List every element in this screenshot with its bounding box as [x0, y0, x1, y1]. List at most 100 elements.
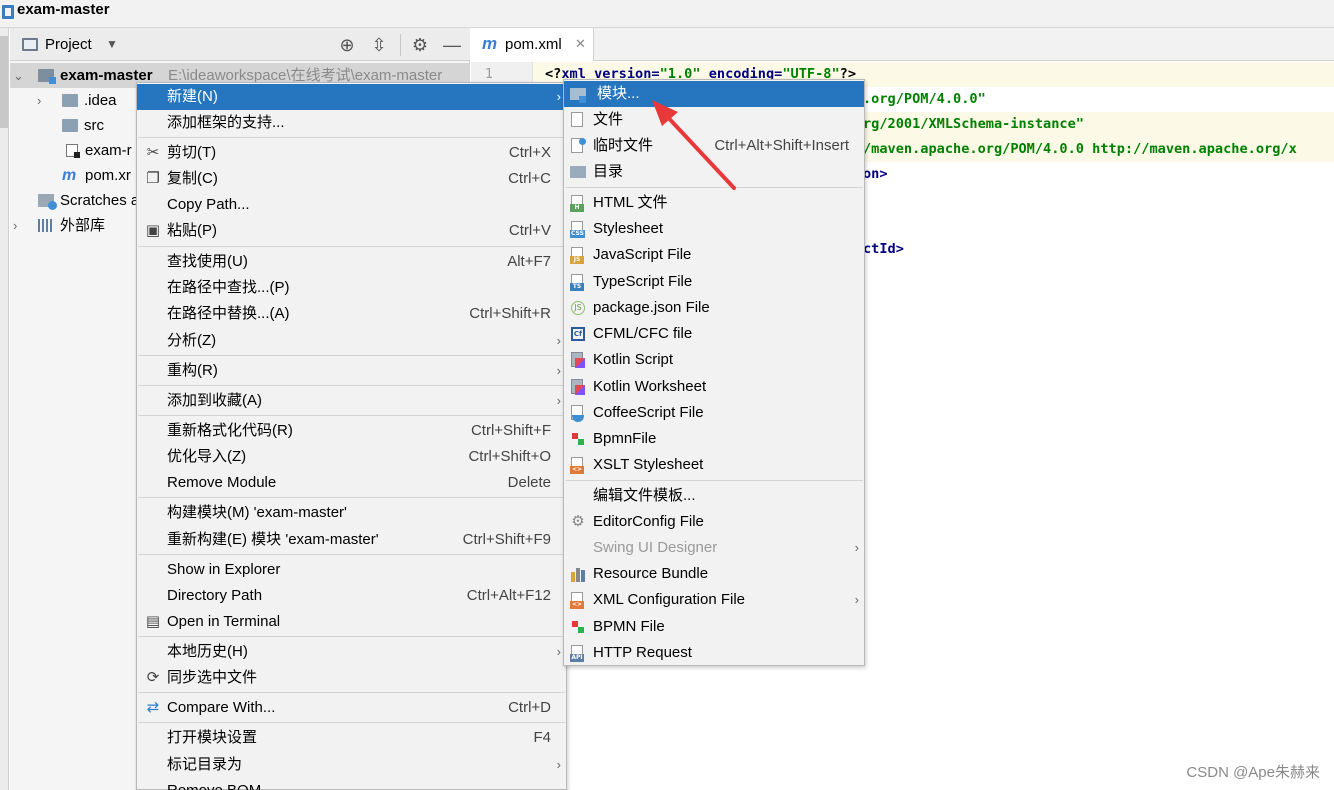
kotlin-icon	[570, 352, 586, 369]
chevron-right-icon: ›	[556, 89, 561, 104]
collapse-all-icon[interactable]: ⇳	[368, 34, 390, 56]
title-bar: exam-master	[0, 0, 1334, 28]
terminal-icon: ▤	[145, 613, 161, 630]
tab-label: pom.xml	[505, 36, 562, 53]
menu-item-remove-module[interactable]: Remove Module Delete	[137, 470, 566, 496]
menu-item-editorconfig-file[interactable]: ⚙ EditorConfig File	[564, 509, 864, 535]
module-folder-icon	[38, 69, 56, 84]
menu-item-cut[interactable]: ✂ 剪切(T) Ctrl+X	[137, 140, 566, 166]
code-line-6[interactable]: ctId>	[863, 237, 904, 262]
code-line-2[interactable]: .org/POM/4.0.0"	[863, 87, 986, 112]
menu-item-new[interactable]: 新建(N) ›	[137, 84, 566, 110]
context-menu: 新建(N) › 添加框架的支持... ✂ 剪切(T) Ctrl+X ❐ 复制(C) Ctr…	[136, 82, 567, 790]
menu-separator	[138, 636, 565, 637]
menu-item-paste[interactable]: ▣ 粘贴(P) Ctrl+V	[137, 218, 566, 244]
header-divider	[400, 34, 401, 56]
menu-item-xslt-stylesheet[interactable]: <> XSLT Stylesheet	[564, 452, 864, 478]
menu-item-directory-path[interactable]: Directory Path Ctrl+Alt+F12	[137, 583, 566, 609]
menu-item-remove-bom[interactable]: Remove BOM	[137, 778, 566, 790]
menu-item-synchronize[interactable]: ⟳ 同步选中文件	[137, 665, 566, 691]
bpmn-icon	[570, 619, 586, 636]
project-view-title[interactable]: Project	[45, 36, 92, 53]
menu-item-module-settings[interactable]: 打开模块设置 F4	[137, 725, 566, 751]
menu-item-refactor[interactable]: 重构(R) ›	[137, 358, 566, 384]
menu-item-bpmn-file[interactable]: BPMN File	[564, 614, 864, 640]
scratches-icon	[38, 194, 57, 210]
chevron-right-icon: ›	[854, 592, 859, 607]
menu-item-package-json[interactable]: JS package.json File	[564, 295, 864, 321]
chevron-down-icon[interactable]: ▼	[106, 37, 118, 51]
tree-item-label: exam-r	[85, 142, 132, 159]
menu-item-find-in-path[interactable]: 在路径中查找...(P)	[137, 275, 566, 301]
tab-pom-xml[interactable]: m pom.xml ✕	[471, 28, 594, 61]
menu-item-xml-configuration-file[interactable]: <> XML Configuration File ›	[564, 587, 864, 613]
menu-item-typescript-file[interactable]: TS TypeScript File	[564, 269, 864, 295]
menu-item-rebuild-module[interactable]: 重新构建(E) 模块 'exam-master' Ctrl+Shift+F9	[137, 527, 566, 553]
menu-item-kotlin-worksheet[interactable]: Kotlin Worksheet	[564, 374, 864, 400]
menu-item-resource-bundle[interactable]: Resource Bundle	[564, 561, 864, 587]
folder-icon	[62, 119, 78, 132]
menu-item-add-to-favorites[interactable]: 添加到收藏(A) ›	[137, 388, 566, 414]
menu-item-mark-directory-as[interactable]: 标记目录为 ›	[137, 752, 566, 778]
chevron-right-icon: ›	[556, 757, 561, 772]
scissors-icon: ✂	[146, 144, 160, 161]
chevron-right-icon: ›	[854, 540, 859, 555]
menu-separator	[138, 415, 565, 416]
project-panel-header: Project ▼ ⊕ ⇳ ⚙ —	[10, 28, 470, 61]
menu-item-compare-with[interactable]: ⇄ Compare With... Ctrl+D	[137, 695, 566, 721]
menu-item-optimize-imports[interactable]: 优化导入(Z) Ctrl+Shift+O	[137, 444, 566, 470]
menu-separator	[565, 480, 863, 481]
ts-file-icon: TS	[570, 274, 586, 291]
compare-icon: ⇄	[146, 699, 160, 716]
menu-item-add-framework[interactable]: 添加框架的支持...	[137, 110, 566, 136]
menu-item-copy[interactable]: ❐ 复制(C) Ctrl+C	[137, 166, 566, 192]
xml-icon: <>	[570, 592, 586, 609]
html-file-icon: H	[570, 195, 586, 212]
gear-icon[interactable]: ⚙	[409, 34, 431, 56]
close-icon[interactable]: ✕	[575, 36, 586, 52]
coffeescript-icon	[570, 405, 586, 422]
chevron-right-icon[interactable]: ›	[13, 213, 17, 238]
menu-item-find-usages[interactable]: 查找使用(U) Alt+F7	[137, 249, 566, 275]
menu-item-coffeescript-file[interactable]: CoffeeScript File	[564, 400, 864, 426]
tree-item-label: .idea	[84, 92, 117, 109]
js-file-icon: JS	[570, 247, 586, 264]
minimize-icon[interactable]: —	[441, 34, 463, 56]
bpmn-icon	[570, 431, 586, 448]
tree-item-label: 外部库	[60, 217, 106, 234]
menu-item-bpmnfile[interactable]: BpmnFile	[564, 426, 864, 452]
menu-item-reformat-code[interactable]: 重新格式化代码(R) Ctrl+Shift+F	[137, 418, 566, 444]
project-tool-tab[interactable]	[0, 36, 8, 128]
kotlin-icon	[570, 379, 586, 396]
locate-icon[interactable]: ⊕	[336, 34, 358, 56]
menu-item-javascript-file[interactable]: JS JavaScript File	[564, 242, 864, 268]
menu-item-replace-in-path[interactable]: 在路径中替换...(A) Ctrl+Shift+R	[137, 301, 566, 327]
menu-item-kotlin-script[interactable]: Kotlin Script	[564, 347, 864, 373]
menu-separator	[138, 722, 565, 723]
menu-item-open-in-terminal[interactable]: ▤ Open in Terminal	[137, 609, 566, 635]
library-icon	[38, 219, 54, 232]
menu-item-build-module[interactable]: 构建模块(M) 'exam-master'	[137, 500, 566, 526]
menu-item-cfml-file[interactable]: Cf CFML/CFC file	[564, 321, 864, 347]
annotation-arrow	[652, 100, 736, 190]
menu-item-copy-path[interactable]: Copy Path...	[137, 192, 566, 218]
code-line-5[interactable]: on>	[863, 162, 888, 187]
resource-bundle-icon	[570, 566, 586, 583]
chevron-down-icon[interactable]: ⌄	[13, 63, 24, 88]
menu-item-stylesheet[interactable]: CSS Stylesheet	[564, 216, 864, 242]
menu-item-edit-file-templates[interactable]: 编辑文件模板...	[564, 483, 864, 509]
tree-item-label: pom.xr	[85, 167, 131, 184]
menu-item-analyze[interactable]: 分析(Z) ›	[137, 328, 566, 354]
menu-item-http-request[interactable]: API HTTP Request	[564, 640, 864, 666]
chevron-right-icon: ›	[556, 393, 561, 408]
app-icon	[2, 5, 14, 19]
menu-item-swing-ui-designer[interactable]: Swing UI Designer ›	[564, 535, 864, 561]
chevron-right-icon[interactable]: ›	[37, 88, 41, 113]
window-title: exam-master	[17, 1, 110, 18]
menu-separator	[138, 692, 565, 693]
menu-item-local-history[interactable]: 本地历史(H) ›	[137, 639, 566, 665]
copy-icon: ❐	[146, 170, 160, 187]
folder-icon	[570, 164, 586, 181]
menu-separator	[138, 554, 565, 555]
menu-item-show-in-explorer[interactable]: Show in Explorer	[137, 557, 566, 583]
